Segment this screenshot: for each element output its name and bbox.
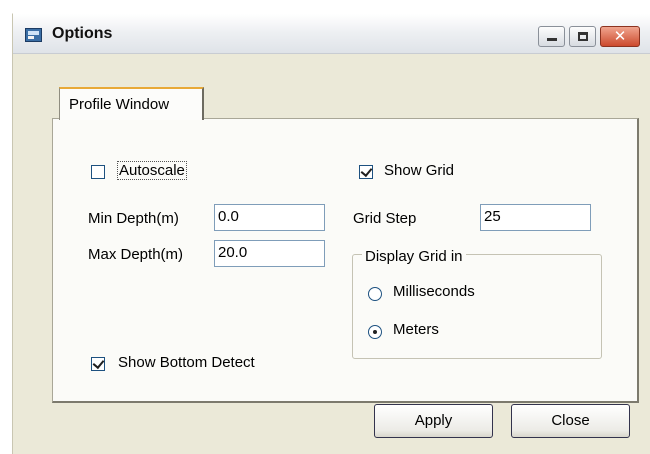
autoscale-label[interactable]: Autoscale bbox=[117, 161, 187, 180]
app-window-icon bbox=[25, 28, 42, 42]
minimize-button[interactable] bbox=[538, 26, 565, 47]
window-close-button[interactable]: ✕ bbox=[600, 26, 640, 47]
show-grid-label[interactable]: Show Grid bbox=[384, 162, 454, 179]
display-grid-groupbox bbox=[352, 254, 602, 359]
minimize-icon bbox=[547, 38, 557, 41]
window-title: Options bbox=[52, 25, 113, 42]
close-button[interactable]: Close bbox=[511, 404, 630, 438]
apply-button[interactable]: Apply bbox=[374, 404, 493, 438]
autoscale-checkbox[interactable] bbox=[91, 165, 105, 179]
max-depth-label: Max Depth(m) bbox=[88, 246, 184, 263]
show-bottom-detect-checkbox[interactable] bbox=[91, 357, 105, 371]
maximize-button[interactable] bbox=[569, 26, 596, 47]
meters-label[interactable]: Meters bbox=[393, 321, 439, 338]
grid-step-label: Grid Step bbox=[353, 210, 417, 227]
milliseconds-label[interactable]: Milliseconds bbox=[393, 283, 475, 300]
show-bottom-detect-label[interactable]: Show Bottom Detect bbox=[118, 354, 255, 371]
min-depth-label: Min Depth(m) bbox=[88, 210, 179, 227]
meters-radio[interactable] bbox=[368, 325, 382, 339]
milliseconds-radio[interactable] bbox=[368, 287, 382, 301]
close-icon: ✕ bbox=[613, 27, 627, 45]
options-dialog: Options ✕ Profile Window Autoscale Min D… bbox=[12, 13, 650, 454]
min-depth-field[interactable]: 0.0 bbox=[214, 204, 325, 231]
grid-step-field[interactable]: 25 bbox=[480, 204, 591, 231]
maximize-icon bbox=[578, 32, 588, 41]
tab-profile-window[interactable]: Profile Window bbox=[59, 87, 204, 120]
title-bar[interactable]: Options ✕ bbox=[13, 14, 650, 54]
max-depth-field[interactable]: 20.0 bbox=[214, 240, 325, 267]
tab-label: Profile Window bbox=[69, 96, 170, 113]
display-grid-legend: Display Grid in bbox=[362, 248, 466, 265]
show-grid-checkbox[interactable] bbox=[359, 165, 373, 179]
